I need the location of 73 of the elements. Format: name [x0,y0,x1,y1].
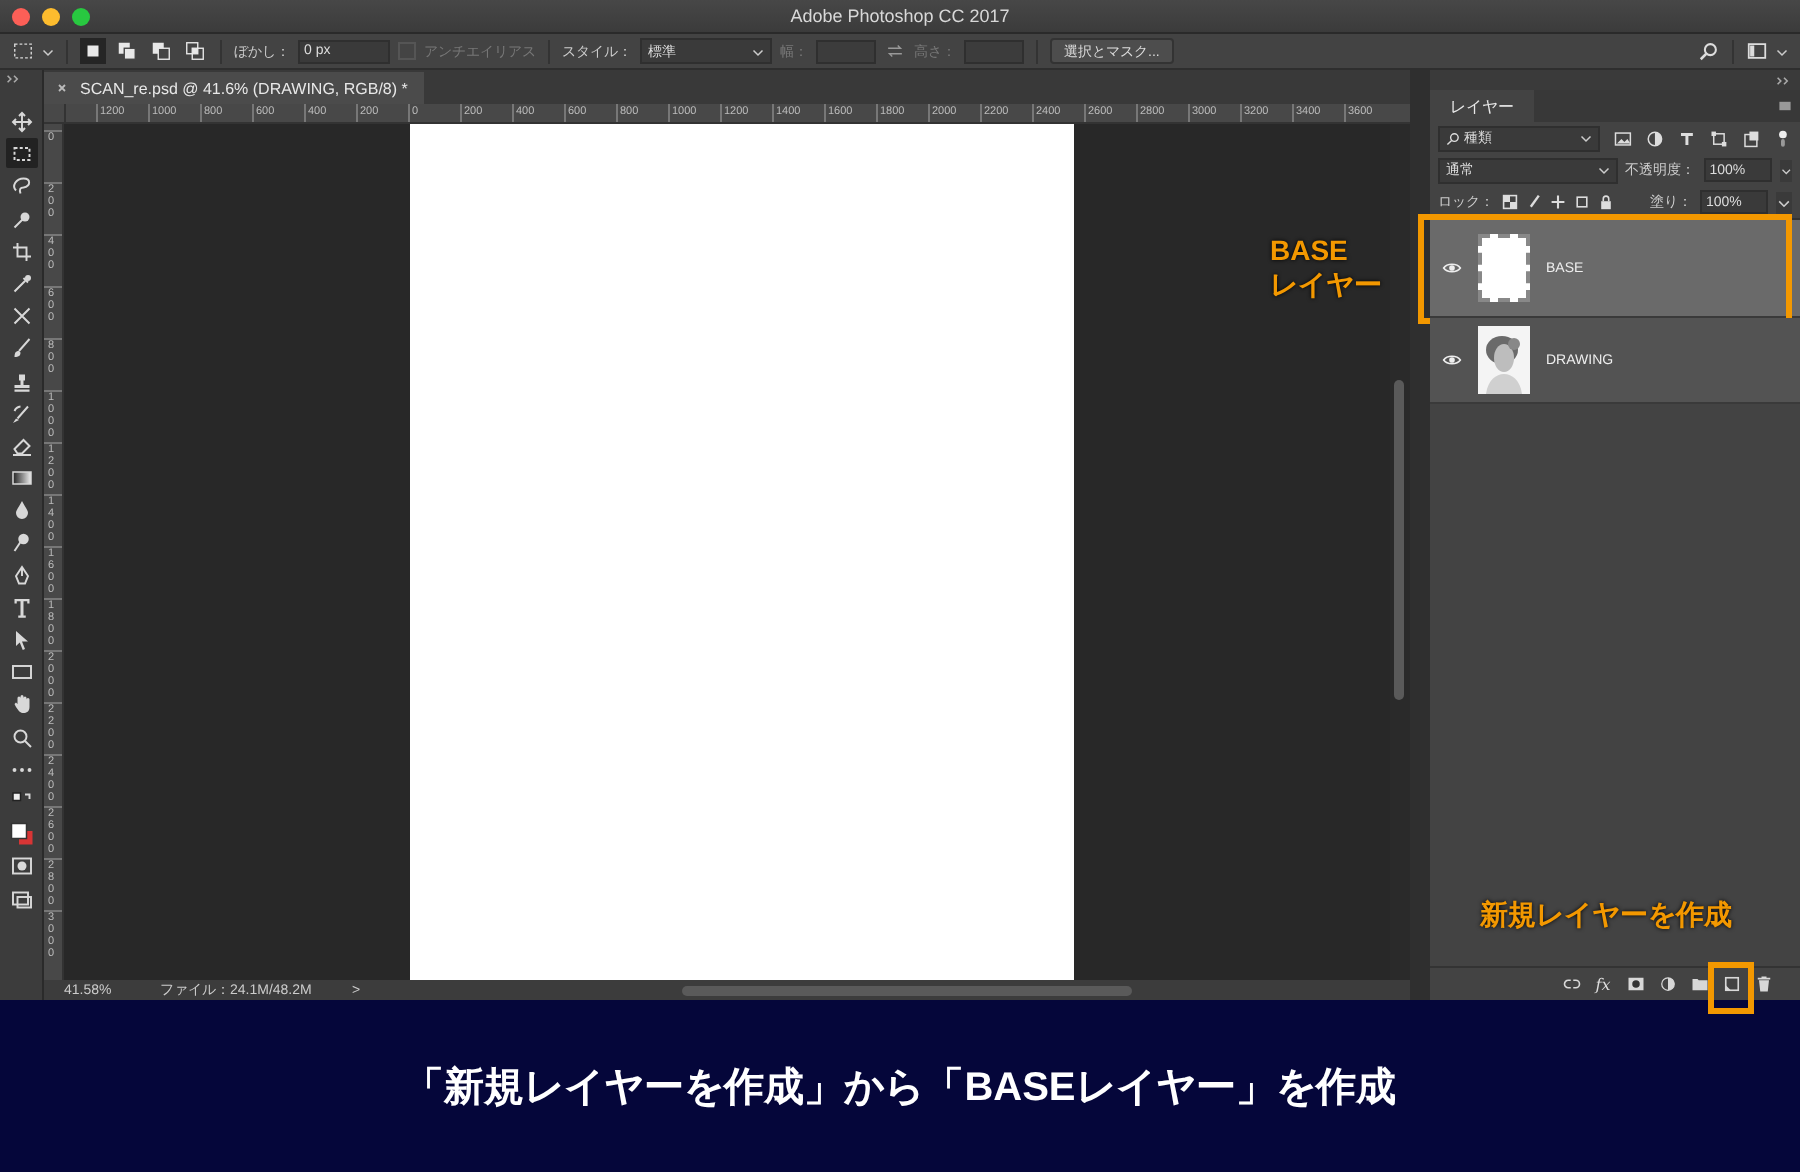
quick-mask-icon [9,854,33,879]
eyedropper-icon [9,271,33,296]
checker-icon[interactable] [1502,194,1518,210]
scroll-thumb[interactable] [682,985,1133,995]
brush-icon[interactable] [1526,194,1542,210]
dodge-icon [9,530,33,555]
panel-menu-icon[interactable] [1778,100,1792,112]
collapse-icon[interactable] [6,74,22,84]
caret-icon [752,45,764,57]
close-button[interactable] [12,8,30,26]
marquee-icon [9,142,33,167]
shape-filter-icon[interactable] [1710,129,1729,147]
square-icon [82,40,104,62]
search-icon [1446,131,1460,145]
layer-thumbnail [1478,234,1530,302]
rectangle-icon [9,660,33,685]
type-filter-icon[interactable] [1678,129,1697,147]
hand-icon [9,692,33,717]
workspace-icon[interactable] [1746,40,1768,62]
minimize-button[interactable] [42,8,60,26]
caret-icon[interactable] [1776,45,1788,57]
lasso-icon [9,174,33,199]
marquee-icon[interactable] [12,40,34,62]
overlapping-squares-icon [150,40,172,62]
screen-mode-icon [9,887,33,911]
scroll-thumb[interactable] [1394,380,1404,700]
move-icon [9,110,33,134]
caret-icon[interactable] [42,45,54,57]
layers-tab[interactable]: レイヤー [1430,90,1534,122]
eye-icon[interactable] [1442,258,1462,278]
fx-button[interactable]: fx [1590,971,1616,997]
gradient-icon [9,466,33,491]
cross-icon [9,304,33,329]
overlapping-squares-icon [184,40,206,62]
annotation-label: BASE レイヤー [1270,234,1382,302]
color-swatches-icon [9,822,33,847]
quick-select-icon [9,207,33,232]
caret-icon [1580,132,1593,144]
filter-toggle-icon[interactable] [1774,129,1792,147]
color-swatches[interactable] [5,818,37,849]
search-icon[interactable] [1698,40,1720,62]
annotation-label: 新規レイヤーを作成 [1480,898,1732,932]
brush-icon [9,336,33,361]
selection-mode-button[interactable] [182,38,208,64]
lock-icon[interactable] [1598,194,1614,210]
collapse-icon[interactable] [1776,75,1792,85]
eraser-icon [9,433,33,458]
overlapping-squares-icon [116,40,138,62]
half-circle-icon[interactable] [1646,129,1665,147]
selection-mode-button[interactable] [148,38,174,64]
caret-icon[interactable] [1779,159,1792,181]
zoom-icon [9,725,33,750]
swap-icon[interactable] [884,40,906,62]
selection-mode-button[interactable] [114,38,140,64]
caption-text: 「新規レイヤーを作成」から「BASEレイヤー」を作成 [404,1063,1396,1113]
window-title: Adobe Photoshop CC 2017 [790,6,1010,26]
pen-icon [9,563,33,588]
close-icon[interactable] [56,82,68,94]
caret-icon [1597,164,1610,176]
zoom-button[interactable] [72,8,90,26]
image-filter-icon[interactable] [1614,129,1633,147]
crop-icon [9,239,33,264]
selection-mode-button[interactable] [80,38,106,64]
stamp-icon [9,369,33,393]
eye-icon[interactable] [1442,350,1462,370]
history-brush-icon [9,401,33,426]
type-tool-icon [9,595,33,620]
document-tab[interactable]: SCAN_re.psd @ 41.6% (DRAWING, RGB/8) * [44,72,424,104]
tool-button[interactable] [5,138,37,169]
caret-icon[interactable] [1776,191,1792,213]
artboard-icon[interactable] [1574,194,1590,210]
move-icon[interactable] [1550,194,1566,210]
smart-object-icon[interactable] [1742,129,1761,147]
